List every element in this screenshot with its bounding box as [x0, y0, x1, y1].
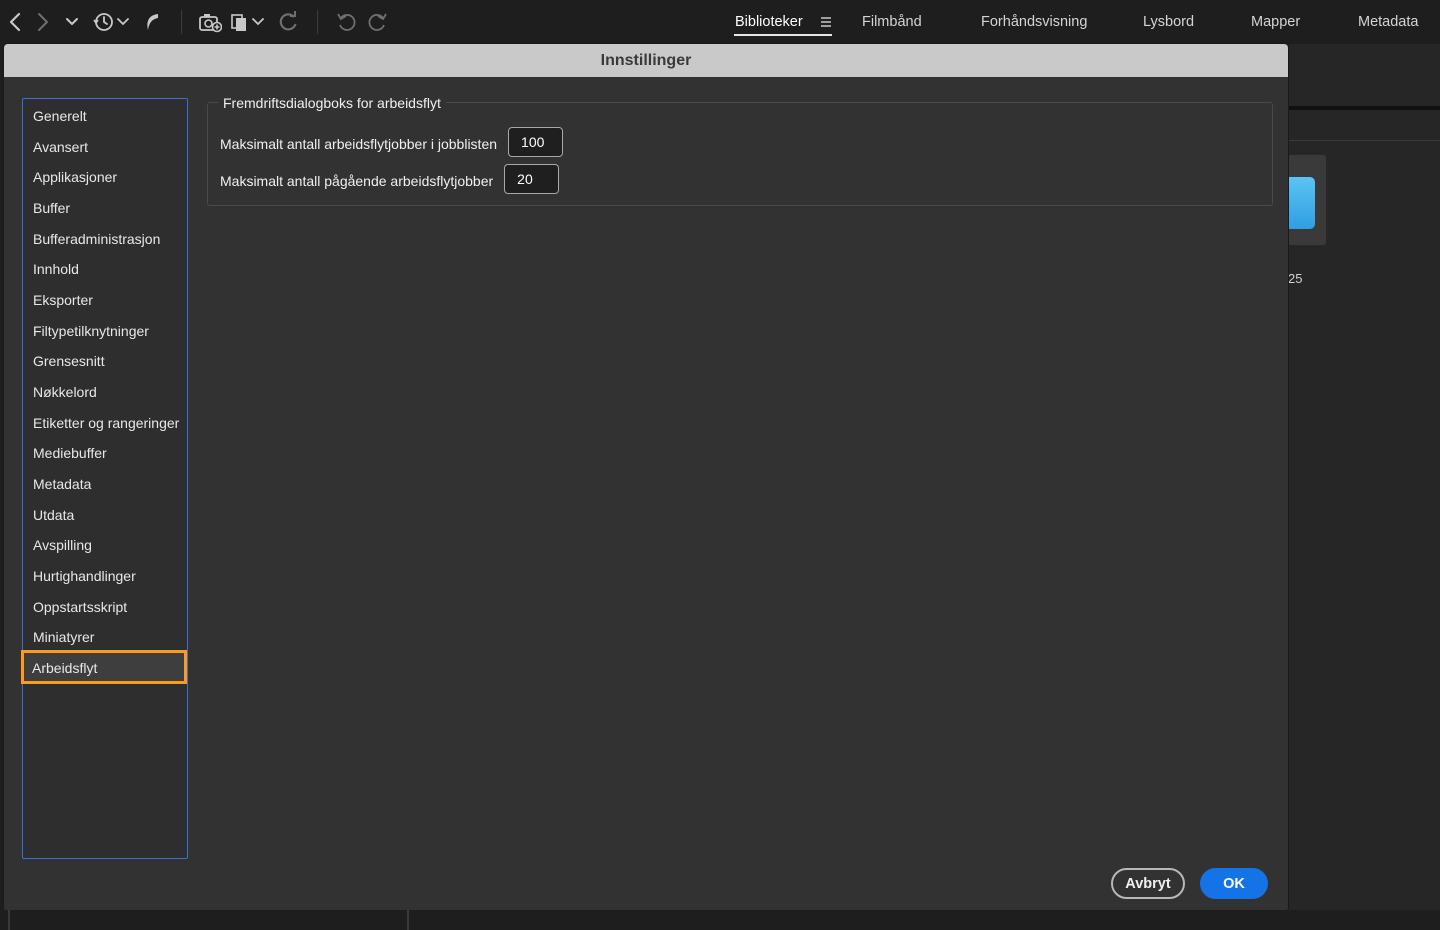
preferences-dialog: Innstillinger Generelt Avansert Applikas… [4, 44, 1288, 910]
category-item-label: Arbeidsflyt [32, 660, 98, 676]
tab-metadata[interactable]: Metadata [1358, 12, 1418, 32]
max-running-jobs-label: Maksimalt antall pågående arbeidsflytjob… [220, 173, 494, 189]
category-item-generelt[interactable]: Generelt [33, 105, 87, 127]
category-item-etiketter-og-rangeringer[interactable]: Etiketter og rangeringer [33, 412, 179, 434]
folder-icon [1288, 177, 1315, 229]
category-item-avspilling[interactable]: Avspilling [33, 534, 92, 556]
category-item-eksporter[interactable]: Eksporter [33, 289, 93, 311]
category-item-avansert[interactable]: Avansert [33, 136, 88, 158]
category-item-nokkelord[interactable]: Nøkkelord [33, 381, 97, 403]
history-icon[interactable] [92, 8, 130, 36]
redo-icon[interactable] [365, 8, 389, 36]
category-item-miniatyrer[interactable]: Miniatyrer [33, 626, 94, 648]
menu-icon[interactable] [818, 12, 834, 32]
tab-biblioteker[interactable]: Biblioteker [735, 12, 803, 32]
max-running-jobs-input[interactable]: 20 [504, 164, 560, 194]
copy-stack-icon[interactable] [229, 8, 267, 36]
undo-icon[interactable] [335, 8, 359, 36]
max-running-jobs-row: Maksimalt antall pågående arbeidsflytjob… [220, 164, 560, 194]
workflow-progress-group: Fremdriftsdialogboks for arbeidsflyt Mak… [207, 94, 1273, 206]
toolbar-divider [317, 10, 318, 34]
category-item-buffer[interactable]: Buffer [33, 197, 70, 219]
camera-import-icon[interactable] [197, 8, 223, 36]
dialog-title: Innstillinger [600, 51, 692, 69]
category-item-bufferadministrasjon[interactable]: Bufferadministrasjon [33, 228, 160, 250]
bottom-divider [407, 910, 409, 930]
category-item-metadata[interactable]: Metadata [33, 473, 91, 495]
background-divider [1288, 106, 1440, 110]
chevron-down-icon[interactable] [64, 8, 80, 36]
top-toolbar: Biblioteker Filmbånd Forhåndsvisning Lys… [0, 0, 1440, 44]
max-jobs-in-list-input[interactable]: 100 [508, 127, 564, 157]
cancel-button[interactable]: Avbryt [1111, 868, 1185, 899]
forward-icon[interactable] [34, 8, 52, 36]
app-window: 25 Biblioteker Filmbånd Forhåndsvisning … [0, 0, 1440, 930]
background-divider [1288, 140, 1440, 141]
category-item-arbeidsflyt[interactable]: Arbeidsflyt [21, 650, 187, 684]
category-item-hurtighandlinger[interactable]: Hurtighandlinger [33, 565, 136, 587]
category-item-innhold[interactable]: Innhold [33, 258, 79, 280]
max-jobs-in-list-row: Maksimalt antall arbeidsflytjobber i job… [220, 127, 564, 157]
refresh-icon[interactable] [276, 8, 300, 36]
tab-mapper[interactable]: Mapper [1251, 12, 1300, 32]
ok-button[interactable]: OK [1200, 868, 1268, 899]
toolbar-divider [181, 10, 182, 34]
boomerang-icon[interactable] [142, 8, 162, 36]
tab-forhandsvisning[interactable]: Forhåndsvisning [981, 12, 1087, 32]
category-item-applikasjoner[interactable]: Applikasjoner [33, 166, 117, 188]
tab-filmband[interactable]: Filmbånd [862, 12, 922, 32]
category-item-grensesnitt[interactable]: Grensesnitt [33, 350, 105, 372]
dialog-title-bar[interactable]: Innstillinger [4, 44, 1288, 77]
category-item-mediebuffer[interactable]: Mediebuffer [33, 442, 107, 464]
preferences-category-list[interactable]: Generelt Avansert Applikasjoner Buffer B… [21, 98, 188, 859]
bottom-divider [8, 910, 10, 930]
active-tab-underline [734, 34, 832, 36]
tab-lysbord[interactable]: Lysbord [1143, 12, 1194, 32]
background-item-count: 25 [1288, 271, 1303, 286]
bottom-background-strip [0, 910, 1440, 930]
category-item-oppstartsskript[interactable]: Oppstartsskript [33, 596, 127, 618]
back-icon[interactable] [6, 8, 24, 36]
category-item-filtypetilknytninger[interactable]: Filtypetilknytninger [33, 320, 149, 342]
category-item-utdata[interactable]: Utdata [33, 504, 74, 526]
max-jobs-in-list-label: Maksimalt antall arbeidsflytjobber i job… [220, 136, 498, 152]
group-legend: Fremdriftsdialogboks for arbeidsflyt [218, 94, 446, 112]
